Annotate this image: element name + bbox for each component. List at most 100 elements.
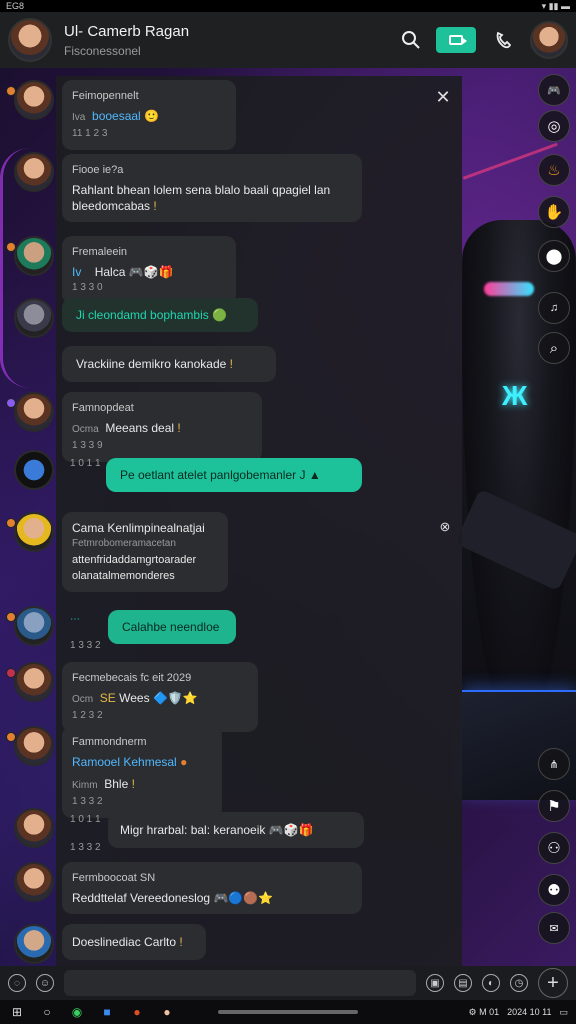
- message-bubble[interactable]: Famnopdeat Ocma Meeans deal ! 1 3 3 9: [62, 392, 262, 462]
- sender-avatar[interactable]: [14, 606, 54, 646]
- message-link[interactable]: booesaal: [92, 109, 141, 123]
- sender-avatar[interactable]: [14, 726, 54, 766]
- windows-start-icon[interactable]: ⊞: [8, 1003, 26, 1021]
- sticker-icon[interactable]: ◐: [482, 974, 500, 992]
- sender-name: Feimopennelt: [72, 90, 139, 102]
- search-icon[interactable]: [394, 23, 428, 57]
- chat-icon[interactable]: ✉: [538, 912, 570, 944]
- flag-icon[interactable]: ⚑: [538, 790, 570, 822]
- message-text: Pe oetlant atelet panlgobemanler J: [120, 468, 306, 482]
- clock-icon[interactable]: ◷: [510, 974, 528, 992]
- message-bubble[interactable]: Fammondnerm Ramooel Kehmesal ● Kimm Bhle…: [62, 726, 222, 818]
- message-time: 1 3 3 9: [72, 440, 103, 451]
- video-camera-icon: [449, 35, 467, 45]
- flame-icon[interactable]: ♨: [538, 154, 570, 186]
- sender-avatar[interactable]: [14, 924, 54, 964]
- sender-name: Fiooe ie?a: [72, 164, 124, 176]
- emoji: ▲: [308, 468, 321, 482]
- unread-dot: [6, 732, 16, 742]
- dismiss-icon[interactable]: ⊗: [434, 516, 456, 538]
- music-icon[interactable]: ♫: [538, 292, 570, 324]
- pin-icon[interactable]: ⬤: [538, 240, 570, 272]
- close-icon[interactable]: ✕: [432, 86, 454, 108]
- message-text: Bhle: [104, 777, 129, 791]
- message-time: 1 3 3 0: [72, 282, 103, 293]
- message-bubble[interactable]: Cama Kenlimpinealnatjai Fetmrobomeramace…: [62, 512, 228, 592]
- message-text: Migr hrarbal: bal: keranoeik: [120, 823, 266, 837]
- message-bubble[interactable]: Fermboocoat SN Reddttelaf Vereedoneslog …: [62, 862, 362, 914]
- game-icon[interactable]: 🎮: [538, 74, 570, 106]
- sender-avatar[interactable]: [14, 80, 54, 120]
- message-bubble[interactable]: Vrackiine demikro kanokade !: [62, 346, 276, 382]
- unread-dot: [6, 86, 16, 96]
- emoji: 🎮🎲🎁: [128, 265, 174, 279]
- unread-dot: [6, 518, 16, 528]
- hand-icon[interactable]: ✋: [538, 196, 570, 228]
- sender-label: Kimm: [72, 780, 98, 791]
- sender-avatar[interactable]: [14, 662, 54, 702]
- sender-avatar[interactable]: [14, 808, 54, 848]
- chest-logo: Ж: [502, 380, 528, 411]
- group-icon[interactable]: ⚇: [538, 832, 570, 864]
- unread-dot: [6, 398, 16, 408]
- call-icon[interactable]: [486, 23, 520, 57]
- zoom-icon[interactable]: ⌕: [538, 332, 570, 364]
- image-icon[interactable]: ▣: [426, 974, 444, 992]
- weapon-art: [454, 488, 576, 592]
- message-bubble[interactable]: Fremaleein Iv Halca 🎮🎲🎁 1 3 3 0: [62, 236, 236, 304]
- sender-avatar[interactable]: [14, 236, 54, 276]
- message-line: olanatalmemonderes: [72, 570, 175, 582]
- people-icon[interactable]: ⚉: [538, 874, 570, 906]
- message-bubble[interactable]: Fecmebecais fc eit 2029 Ocm SE Wees 🔷🛡️⭐…: [62, 662, 258, 732]
- emoji: 🔷🛡️⭐: [152, 691, 198, 705]
- message-bubble-accent[interactable]: Ji cleondamd bophambis 🟢: [62, 298, 258, 332]
- status-text: EG8: [6, 1, 25, 11]
- search-circle-icon[interactable]: ○: [38, 1003, 56, 1021]
- status-bar: EG8 ▾ ▮▮ ▬: [0, 0, 576, 12]
- emoji: !: [153, 199, 157, 213]
- sender-avatar[interactable]: [14, 392, 54, 432]
- system-tray: ⚙ M 01 2024 10 11 ▭: [469, 1007, 568, 1018]
- message-bubble-sent[interactable]: Calahbe neendloe: [108, 610, 236, 644]
- message-bubble[interactable]: Fiooe ie?a Rahlant bhean lolem sena blal…: [62, 154, 362, 222]
- share-icon[interactable]: ⋔: [538, 748, 570, 780]
- message-bubble[interactable]: Feimopennelt Iva booesaal 🙂 11 1 2 3: [62, 80, 236, 150]
- message-text: Wees: [119, 691, 150, 705]
- message-bubble[interactable]: Migr hrarbal: bal: keranoeik 🎮🎲🎁: [108, 812, 364, 848]
- profile-icon[interactable]: ●: [158, 1003, 176, 1021]
- sender-avatar[interactable]: [14, 512, 54, 552]
- chat-title: Ul- Camerb Ragan: [64, 22, 190, 40]
- emoji-icon[interactable]: ☺: [36, 974, 54, 992]
- notification-icon[interactable]: ▭: [559, 1007, 568, 1018]
- app-icon[interactable]: ◉: [68, 1003, 86, 1021]
- home-indicator[interactable]: [218, 1010, 358, 1014]
- browser-icon[interactable]: ●: [128, 1003, 146, 1021]
- sender-name: Fammondnerm: [72, 736, 147, 748]
- sender-avatar[interactable]: [14, 298, 54, 338]
- gif-icon[interactable]: ▤: [454, 974, 472, 992]
- sender-avatar[interactable]: [14, 450, 54, 490]
- message-time: 11 1 2 3: [72, 128, 108, 139]
- tray-datetime[interactable]: 2024 10 11: [507, 1007, 551, 1017]
- sender-name: Fremaleein: [72, 246, 128, 258]
- add-button[interactable]: +: [538, 968, 568, 998]
- message-bubble[interactable]: Doeslinediac Carlto !: [62, 924, 206, 960]
- message-line: Fetmrobomeramacetan: [72, 538, 176, 549]
- user-avatar[interactable]: [530, 21, 568, 59]
- message-time: 1 3 3 2: [70, 640, 101, 651]
- message-text: Meeans deal: [105, 421, 175, 435]
- attach-icon[interactable]: ◌: [8, 974, 26, 992]
- message-bubble-sent[interactable]: Pe oetlant atelet panlgobemanler J ▲: [106, 458, 362, 492]
- sender-avatar[interactable]: [14, 862, 54, 902]
- folder-icon[interactable]: ■: [98, 1003, 116, 1021]
- message-input-bar: ◌ ☺ ▣ ▤ ◐ ◷ +: [0, 966, 576, 1000]
- unread-dot: [6, 242, 16, 252]
- video-call-button[interactable]: [436, 27, 476, 53]
- sender-tag: ⋯: [70, 614, 80, 625]
- headset-icon[interactable]: ◎: [538, 110, 570, 142]
- message-input[interactable]: [64, 970, 416, 996]
- sender-avatar[interactable]: [14, 152, 54, 192]
- contact-avatar[interactable]: [8, 18, 52, 62]
- tray-icons[interactable]: ⚙ M 01: [469, 1007, 500, 1018]
- message-link[interactable]: Ramooel Kehmesal: [72, 755, 177, 769]
